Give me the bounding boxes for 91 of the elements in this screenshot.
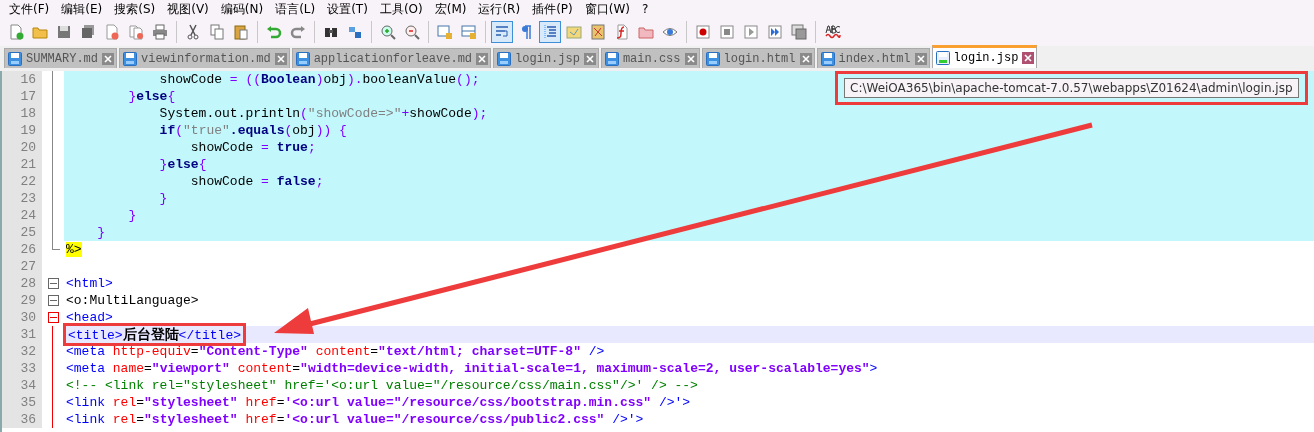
line-number: 33 (2, 360, 42, 377)
save-all-icon (80, 24, 96, 40)
file-tab[interactable]: login.jsp (931, 45, 1038, 68)
word-wrap-button[interactable] (491, 21, 513, 43)
file-tab[interactable]: SUMMARY.md (4, 48, 117, 68)
stop-icon (719, 24, 735, 40)
close-all-icon (128, 24, 144, 40)
code-line: <html> (65, 275, 114, 292)
code-line: <o:MultiLanguage> (65, 292, 200, 309)
line-number: 36 (2, 411, 42, 428)
menu-item[interactable]: 宏(M) (429, 0, 474, 18)
line-number: 34 (2, 377, 42, 394)
paste-icon (233, 24, 249, 40)
printer-icon (152, 24, 168, 40)
line-number: 26 (2, 241, 42, 258)
file-path-tooltip: C:\WeiOA365\bin\apache-tomcat-7.0.57\webapps\Z01624\admin\login.jsp (844, 78, 1299, 98)
menu-item[interactable]: ? (636, 2, 656, 16)
close-icon[interactable] (583, 52, 596, 65)
code-line: <meta name="viewport" content="width=device-width, initial-scale=1, maximum-scale=2, user-scalable=yes"> (65, 360, 879, 377)
macro-list-icon (791, 24, 807, 40)
close-icon[interactable] (102, 52, 114, 65)
fold-toggle-icon[interactable] (47, 312, 59, 323)
line-number: 21 (2, 156, 42, 173)
lock-window-icon (437, 24, 453, 40)
copy-icon (209, 24, 225, 40)
save-icon (56, 24, 72, 40)
file-tab[interactable]: viewinformation.md (119, 48, 290, 68)
open-folder-icon (32, 24, 48, 40)
line-number: 22 (2, 173, 42, 190)
menu-item[interactable]: 编码(N) (215, 0, 271, 18)
menu-item[interactable]: 编辑(E) (56, 0, 110, 18)
function-icon (614, 24, 630, 40)
menu-item[interactable]: 工具(O) (374, 0, 430, 18)
fast-forward-icon (767, 24, 783, 40)
menu-item[interactable]: 窗口(W) (579, 0, 637, 18)
line-number: 25 (2, 224, 42, 241)
line-number: 23 (2, 190, 42, 207)
close-icon[interactable] (476, 52, 489, 65)
play-icon (743, 24, 759, 40)
word-wrap-icon (494, 24, 510, 40)
file-tab[interactable]: index.html (816, 48, 930, 68)
line-number: 19 (2, 122, 42, 139)
line-number: 30 (2, 309, 42, 326)
code-line: <link rel="stylesheet" href='<o:url value="/resource/css/public2.css" />'> (65, 411, 645, 428)
close-icon[interactable] (684, 52, 697, 65)
line-number: 29 (2, 292, 42, 309)
macro-list-button[interactable] (788, 21, 810, 43)
close-icon[interactable] (274, 52, 287, 65)
lock-window-split-icon (461, 24, 477, 40)
menu-item[interactable]: 文件(F) (4, 0, 57, 18)
line-number: 31 (2, 326, 42, 343)
record-icon (695, 24, 711, 40)
code-line: <link rel="stylesheet" href='<o:url value="/resource/css/bootstrap.min.css" />'> (65, 394, 692, 411)
fold-toggle-icon[interactable] (47, 295, 59, 306)
line-number: 35 (2, 394, 42, 411)
close-icon[interactable] (1022, 52, 1035, 64)
line-number: 28 (2, 275, 42, 292)
spell-check-icon (825, 24, 841, 40)
zoom-out-icon (404, 24, 420, 40)
code-line: <meta http-equiv="Content-Type" content="text/html; charset=UTF-8" /> (65, 343, 606, 360)
file-tab[interactable]: login.jsp (493, 48, 599, 68)
file-tab[interactable]: main.css (600, 48, 700, 68)
line-number: 18 (2, 105, 42, 122)
undo-icon (266, 24, 282, 40)
indent-guide-button[interactable] (539, 21, 561, 43)
close-icon[interactable] (799, 52, 812, 65)
file-tab[interactable]: login.html (701, 48, 815, 68)
line-number: 16 (2, 71, 42, 88)
close-icon[interactable] (914, 52, 927, 65)
fold-toggle-icon[interactable] (47, 278, 59, 289)
line-number: 27 (2, 258, 42, 275)
menu-item[interactable]: 视图(V) (162, 0, 216, 18)
indent-guide-icon (542, 24, 558, 40)
close-file-icon (104, 24, 120, 40)
file-tab[interactable]: applicationforleave.md (291, 48, 492, 68)
line-number: 20 (2, 139, 42, 156)
new-file-icon (8, 24, 24, 40)
code-line: <!-- <link rel="stylesheet" href='<o:url value="/resource/css/main.css"/>' /> --> (65, 377, 699, 394)
zoom-in-icon (380, 24, 396, 40)
menu-item[interactable]: 运行(R) (473, 0, 528, 18)
line-number: 24 (2, 207, 42, 224)
menu-item[interactable]: 插件(P) (527, 0, 580, 18)
menu-item[interactable]: 搜索(S) (109, 0, 163, 18)
line-number: 17 (2, 88, 42, 105)
line-number: 32 (2, 343, 42, 360)
menu-item[interactable]: 设置(T) (322, 0, 375, 18)
code-line: <head> (65, 309, 114, 326)
scissors-icon (185, 24, 201, 40)
menu-item[interactable]: 语言(L) (270, 0, 323, 18)
folder-icon (638, 24, 654, 40)
redo-icon (290, 24, 306, 40)
